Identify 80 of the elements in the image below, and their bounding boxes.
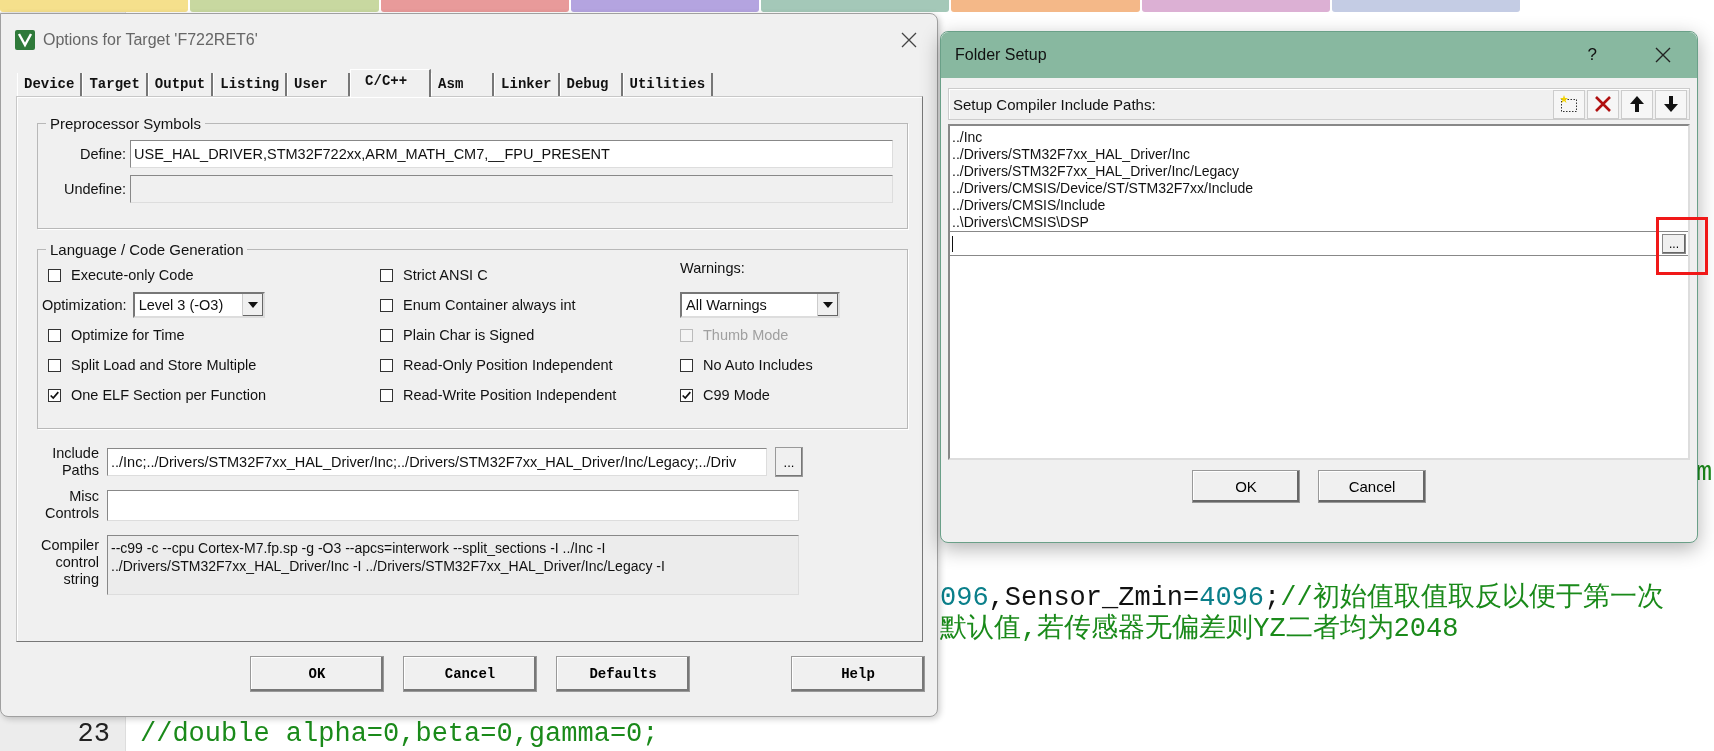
field-label: Undefine: bbox=[62, 180, 126, 197]
checkbox[interactable] bbox=[380, 268, 393, 282]
dropdown-label: Optimization: bbox=[42, 297, 127, 313]
field-label: Misc Controls bbox=[44, 488, 99, 522]
dialog-button[interactable]: Cancel bbox=[403, 656, 537, 692]
text-field[interactable] bbox=[107, 489, 799, 521]
checkbox-label[interactable]: Read-Only Position Independent bbox=[403, 357, 613, 373]
arrow-down-icon bbox=[1661, 94, 1681, 114]
text-field[interactable]: USE_HAL_DRIVER,STM32F722xx,ARM_MATH_CM7,__FPU_PRESENT bbox=[130, 139, 893, 168]
checkbox-label[interactable]: Strict ANSI C bbox=[403, 267, 488, 283]
toolbar-button[interactable] bbox=[1621, 89, 1653, 119]
dropdown[interactable]: Level 3 (-O3) bbox=[132, 292, 265, 318]
close-icon[interactable] bbox=[901, 32, 917, 48]
tab[interactable]: Listing bbox=[213, 73, 288, 96]
field-label: Include Paths bbox=[51, 445, 99, 479]
checkbox-label[interactable]: One ELF Section per Function bbox=[71, 387, 267, 403]
checkbox-label[interactable]: Plain Char is Signed bbox=[403, 327, 535, 343]
checkbox[interactable] bbox=[680, 388, 693, 402]
tab[interactable]: C/C++ bbox=[350, 69, 432, 97]
tab[interactable]: Target bbox=[82, 73, 148, 96]
checkbox-label[interactable]: Split Load and Store Multiple bbox=[71, 357, 257, 373]
field-label: Define: bbox=[79, 145, 126, 162]
list-item[interactable]: ../Drivers/CMSIS/Device/ST/STM32F7xx/Include bbox=[950, 180, 1688, 197]
tab[interactable]: Device bbox=[17, 73, 83, 96]
checkbox-label[interactable]: Execute-only Code bbox=[71, 267, 194, 283]
dialog-button[interactable]: OK bbox=[1192, 470, 1300, 503]
tab[interactable]: Utilities bbox=[622, 73, 714, 96]
close-icon[interactable] bbox=[1655, 47, 1671, 63]
arrow-up-icon bbox=[1627, 94, 1647, 114]
dialog-button[interactable]: Help bbox=[791, 656, 925, 692]
checkbox-label[interactable]: Optimize for Time bbox=[71, 327, 185, 343]
browse-button[interactable]: ... bbox=[775, 447, 803, 477]
delete-icon bbox=[1593, 94, 1613, 114]
code-line: 默认值,若传感器无偏差则YZ二者均为2048 bbox=[940, 614, 1459, 644]
checkbox[interactable] bbox=[48, 328, 61, 342]
field-label: Warnings: bbox=[680, 260, 745, 276]
code-line: //double alpha=0,beta=0,gamma=0; bbox=[140, 719, 659, 749]
list-item[interactable]: ..\Drivers\CMSIS\DSP bbox=[950, 214, 1688, 231]
caret-icon bbox=[247, 302, 258, 308]
tab[interactable]: Asm bbox=[431, 73, 495, 96]
field-label: Compiler control string bbox=[40, 537, 99, 588]
dropdown[interactable]: All Warnings bbox=[680, 292, 840, 318]
checkbox-label[interactable]: C99 Mode bbox=[703, 387, 770, 403]
tab[interactable]: Debug bbox=[559, 73, 623, 96]
help-button[interactable]: ? bbox=[1587, 45, 1597, 65]
checkbox-label[interactable]: No Auto Includes bbox=[703, 357, 813, 373]
text-field[interactable]: ../Inc;../Drivers/STM32F7xx_HAL_Driver/Inc;../Drivers/STM32F7xx_HAL_Driver/Inc/Legacy;../Driv bbox=[107, 448, 767, 476]
window-title: Options for Target 'F722RET6' bbox=[43, 31, 259, 49]
checkbox[interactable] bbox=[48, 388, 61, 402]
dialog-button[interactable]: Defaults bbox=[556, 656, 690, 692]
list-item[interactable]: ../Drivers/CMSIS/Include bbox=[950, 197, 1688, 214]
tab[interactable]: Output bbox=[147, 73, 214, 96]
checkbox[interactable] bbox=[48, 358, 61, 372]
tab[interactable]: Linker bbox=[494, 73, 560, 96]
checkbox[interactable] bbox=[380, 298, 393, 312]
group-title: Language / Code Generation bbox=[49, 241, 245, 258]
checkbox[interactable] bbox=[680, 358, 693, 372]
list-item[interactable]: ../Drivers/STM32F7xx_HAL_Driver/Inc/Legacy bbox=[950, 163, 1688, 180]
caret-icon bbox=[823, 302, 833, 308]
checkbox-label[interactable]: Read-Write Position Independent bbox=[403, 387, 617, 403]
dialog-button[interactable]: OK bbox=[250, 656, 384, 692]
line-number: 23 bbox=[76, 719, 111, 749]
checkbox[interactable] bbox=[380, 328, 393, 342]
app-icon bbox=[15, 30, 35, 50]
code-line: 096,Sensor_Zmin=4096;//初始值取值取反以便于第一次 bbox=[940, 583, 1664, 613]
new-folder-icon bbox=[1559, 94, 1579, 114]
list-item[interactable]: ../Inc bbox=[950, 129, 1688, 146]
list-title: Setup Compiler Include Paths: bbox=[952, 95, 1157, 113]
browse-button[interactable]: ... bbox=[1662, 233, 1686, 254]
checkbox[interactable] bbox=[380, 358, 393, 372]
checkbox-label[interactable]: Enum Container always int bbox=[403, 297, 576, 313]
list-item[interactable]: ../Drivers/STM32F7xx_HAL_Driver/Inc bbox=[950, 146, 1688, 163]
checkbox[interactable] bbox=[48, 268, 61, 282]
toolbar-button[interactable] bbox=[1655, 89, 1687, 119]
toolbar-button[interactable] bbox=[1587, 89, 1619, 119]
window-title: Folder Setup bbox=[955, 46, 1048, 64]
dialog-button[interactable]: Cancel bbox=[1318, 470, 1426, 503]
checkbox[interactable] bbox=[380, 388, 393, 402]
group-title: Preprocessor Symbols bbox=[49, 115, 202, 132]
text-area[interactable]: --c99 -c --cpu Cortex-M7.fp.sp -g -O3 --apcs=interwork --split_sections -I ../Inc -I ../Drivers/STM32F7xx_HAL_Driver/Inc -I ../Drivers/STM32F7xx_HAL_Driver/Inc/Legacy -I bbox=[107, 535, 799, 595]
